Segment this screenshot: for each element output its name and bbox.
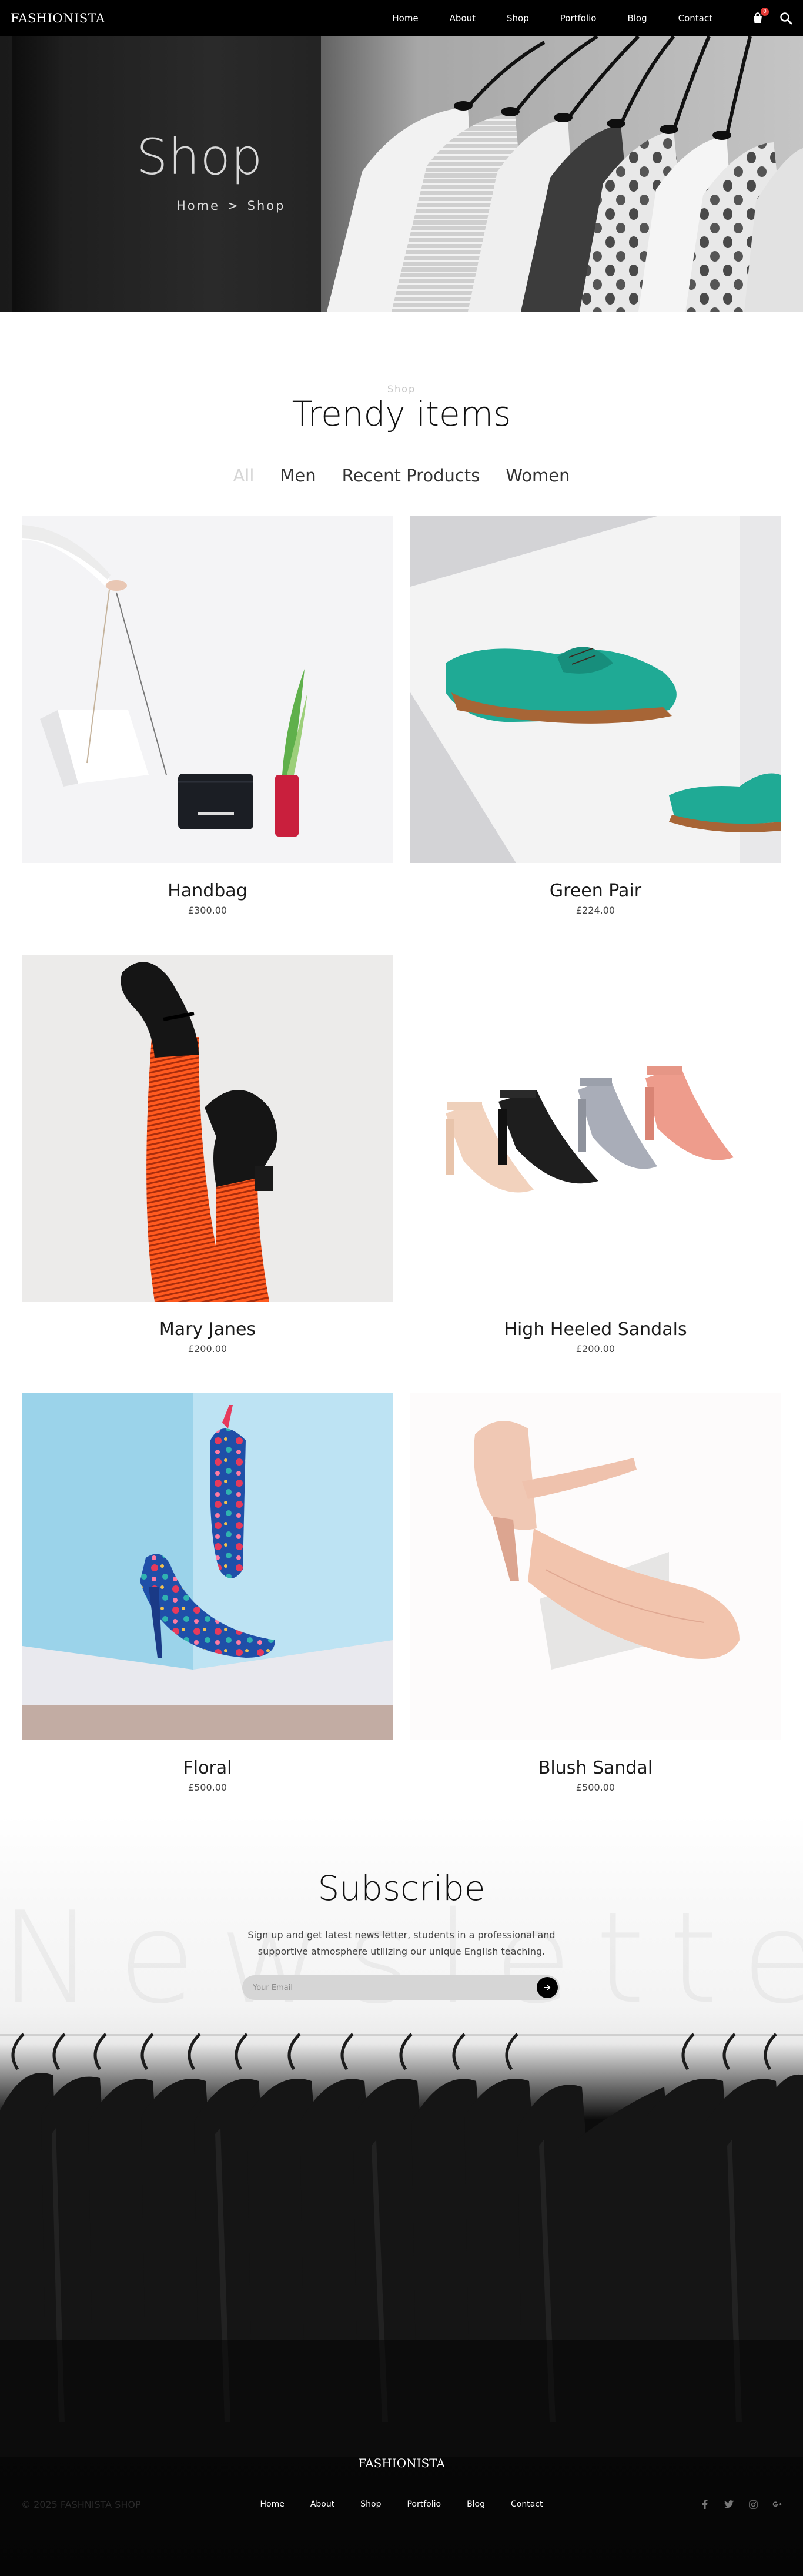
footer-link-home[interactable]: Home <box>260 2500 285 2509</box>
copyright-text: © 2025 FASHNISTA SHOP <box>21 2498 141 2510</box>
footer-logo[interactable]: FASHIONISTA <box>0 2456 803 2470</box>
product-card: Mary Janes £200.00 <box>22 955 393 1354</box>
product-image-handbag[interactable] <box>22 516 393 863</box>
twitter-icon[interactable] <box>724 2500 734 2509</box>
search-icon <box>780 12 792 25</box>
product-image-high-heeled-sandals[interactable] <box>410 955 781 1302</box>
nav-item-about[interactable]: About <box>450 13 476 24</box>
product-price: £200.00 <box>188 1343 227 1354</box>
hero-banner: Shop Home > Shop <box>0 36 803 312</box>
page-title: Shop <box>136 128 263 186</box>
newsletter-description-line: supportive atmosphere utilizing our uniq… <box>257 1946 546 1957</box>
footer-link-shop[interactable]: Shop <box>360 2500 381 2509</box>
footer-bar: © 2025 FASHNISTA SHOP Home About Shop Po… <box>0 2493 803 2516</box>
filter-tab-men[interactable]: Men <box>280 466 316 486</box>
brand-logo[interactable]: FASHIONISTA <box>11 11 105 25</box>
hero-clothes-rack-image <box>321 36 803 312</box>
product-name[interactable]: Handbag <box>22 881 393 901</box>
instagram-icon[interactable] <box>748 2500 758 2509</box>
breadcrumb-separator: > <box>227 199 240 213</box>
cart-button[interactable]: 0 <box>751 8 769 25</box>
facebook-icon[interactable] <box>700 2500 710 2509</box>
nav-item-shop[interactable]: Shop <box>507 13 529 24</box>
nav-item-home[interactable]: Home <box>392 13 418 24</box>
product-name[interactable]: High Heeled Sandals <box>410 1319 781 1340</box>
top-navbar: FASHIONISTA Home About Shop Portfolio Bl… <box>0 0 803 36</box>
search-button[interactable] <box>779 12 792 25</box>
email-input[interactable] <box>253 1983 537 1992</box>
section-title: Trendy items <box>292 394 511 434</box>
product-price: £300.00 <box>188 905 227 916</box>
section-kicker: Shop <box>387 383 416 394</box>
breadcrumb-home-link[interactable]: Home <box>176 199 220 213</box>
nav-item-portfolio[interactable]: Portfolio <box>560 13 597 24</box>
main-menu: Home About Shop Portfolio Blog Contact <box>392 13 712 24</box>
product-price: £500.00 <box>188 1782 227 1793</box>
social-links <box>685 2500 782 2509</box>
arrow-right-icon <box>544 1985 551 1990</box>
product-image-blush-sandal[interactable] <box>410 1393 781 1740</box>
footer-link-portfolio[interactable]: Portfolio <box>407 2500 441 2509</box>
product-price: £224.00 <box>576 905 615 916</box>
footer-link-blog[interactable]: Blog <box>467 2500 485 2509</box>
product-image-floral[interactable] <box>22 1393 393 1740</box>
product-price: £200.00 <box>576 1343 615 1354</box>
newsletter-description-line: Sign up and get latest news letter, stud… <box>247 1929 556 1941</box>
product-card: High Heeled Sandals £200.00 <box>410 955 781 1354</box>
product-name[interactable]: Floral <box>22 1758 393 1778</box>
product-filter-tabs: All Men Recent Products Women <box>0 466 803 486</box>
black-clothes-rack-image <box>0 2033 803 2457</box>
product-name[interactable]: Mary Janes <box>22 1319 393 1340</box>
google-plus-icon[interactable] <box>772 2500 782 2509</box>
product-card: Floral £500.00 <box>22 1393 393 1793</box>
subscribe-submit-button[interactable] <box>537 1977 558 1998</box>
breadcrumb: Home > Shop <box>176 199 285 213</box>
product-image-green-pair[interactable] <box>410 516 781 863</box>
nav-item-contact[interactable]: Contact <box>678 13 712 24</box>
product-name[interactable]: Green Pair <box>410 881 781 901</box>
product-card: Blush Sandal £500.00 <box>410 1393 781 1793</box>
product-card: Green Pair £224.00 <box>410 516 781 916</box>
product-name[interactable]: Blush Sandal <box>410 1758 781 1778</box>
footer-link-about[interactable]: About <box>310 2500 334 2509</box>
newsletter-title: Subscribe <box>317 1868 486 1908</box>
filter-tab-all[interactable]: All <box>233 466 254 486</box>
filter-tab-women[interactable]: Women <box>506 466 570 486</box>
cart-count-badge: 0 <box>761 8 769 16</box>
newsletter-form <box>242 1975 560 2000</box>
filter-tab-recent-products[interactable]: Recent Products <box>342 466 480 486</box>
newsletter-description: Sign up and get latest news letter, stud… <box>0 1927 803 1960</box>
product-image-mary-janes[interactable] <box>22 955 393 1302</box>
product-price: £500.00 <box>576 1782 615 1793</box>
footer-link-contact[interactable]: Contact <box>511 2500 543 2509</box>
product-card: Handbag £300.00 <box>22 516 393 916</box>
nav-item-blog[interactable]: Blog <box>627 13 647 24</box>
breadcrumb-current: Shop <box>247 199 286 213</box>
